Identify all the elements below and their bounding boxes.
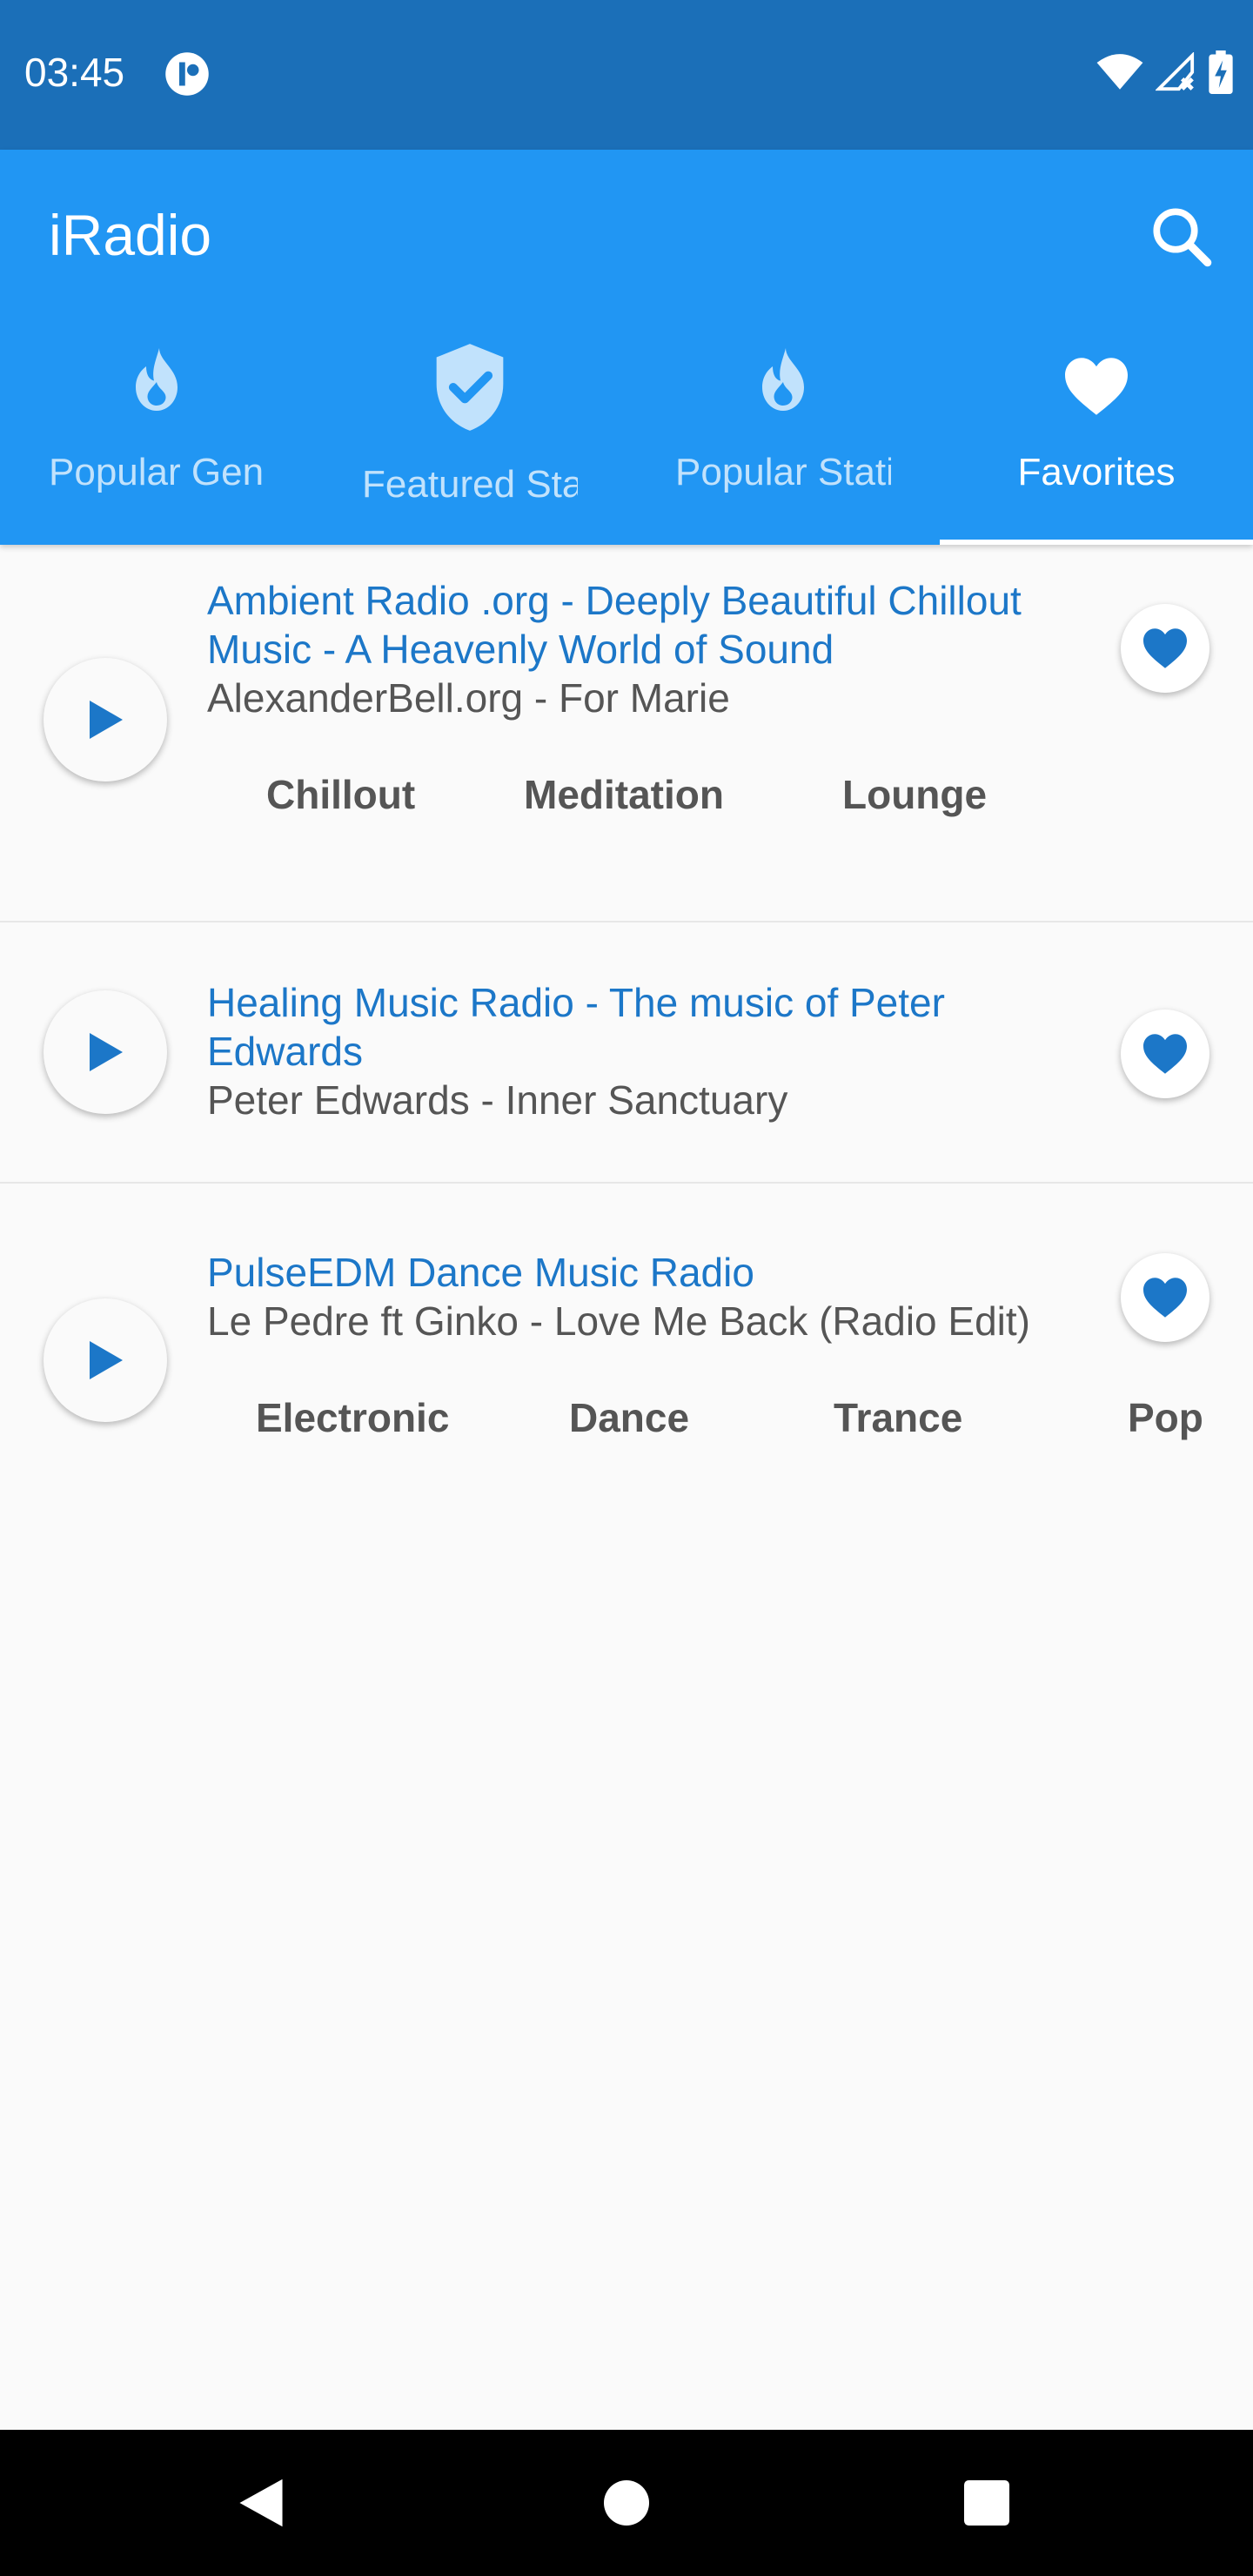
station-title: Healing Music Radio - The music of Peter…: [207, 980, 945, 1074]
status-time: 03:45: [24, 50, 125, 95]
tab-bar: Popular Genres Featured Stations Popular…: [0, 319, 1253, 545]
genre-tag[interactable]: Electronic: [256, 1394, 449, 1441]
app-notification-icon: [165, 52, 209, 96]
genre-tag[interactable]: Pop: [1128, 1394, 1203, 1441]
play-icon: [90, 1341, 123, 1379]
favorite-button[interactable]: [1121, 1253, 1209, 1342]
genre-tag[interactable]: Dance: [569, 1394, 689, 1441]
flame-icon: [762, 348, 804, 411]
tab-label: Popular Stations: [675, 451, 891, 493]
signal-icon: [1156, 52, 1195, 91]
heart-icon: [1065, 358, 1128, 415]
heart-icon: [1143, 1034, 1187, 1074]
station-title: Ambient Radio .org - Deeply Beautiful Ch…: [207, 578, 1022, 672]
tab-popular-genres[interactable]: Popular Genres: [0, 319, 313, 545]
now-playing: AlexanderBell.org - For Marie: [207, 675, 730, 721]
tab-favorites[interactable]: Favorites: [940, 319, 1253, 545]
wifi-icon: [1096, 54, 1143, 90]
tab-label: Favorites: [1017, 451, 1176, 493]
play-icon: [90, 1033, 123, 1071]
search-button[interactable]: [1145, 200, 1218, 273]
genre-tag[interactable]: Lounge: [842, 771, 987, 818]
tab-label: Featured Stations: [362, 463, 578, 506]
genre-tag[interactable]: Trance: [834, 1394, 962, 1441]
app-bar: iRadio Popular Genres Featured Stations: [0, 150, 1253, 545]
play-icon: [90, 701, 123, 739]
play-button[interactable]: [44, 658, 167, 782]
heart-icon: [1143, 1278, 1187, 1318]
flame-icon: [136, 348, 178, 411]
tab-popular-stations[interactable]: Popular Stations: [626, 319, 940, 545]
tab-featured-stations[interactable]: Featured Stations: [313, 319, 626, 545]
genre-tag[interactable]: Meditation: [524, 771, 724, 818]
back-icon[interactable]: [237, 2477, 285, 2529]
status-bar: 03:45: [0, 0, 1253, 150]
list-item[interactable]: Healing Music Radio - The music of Peter…: [0, 922, 1253, 1184]
home-icon[interactable]: [604, 2480, 649, 2526]
play-button[interactable]: [44, 990, 167, 1114]
now-playing: Peter Edwards - Inner Sanctuary: [207, 1077, 788, 1123]
station-title: PulseEDM Dance Music Radio: [207, 1250, 754, 1295]
app-title: iRadio: [49, 203, 212, 267]
favorites-list: Ambient Radio .org - Deeply Beautiful Ch…: [0, 545, 1253, 1488]
list-item[interactable]: Ambient Radio .org - Deeply Beautiful Ch…: [0, 545, 1253, 922]
search-icon: [1153, 208, 1212, 267]
recents-icon[interactable]: [964, 2480, 1009, 2526]
genre-tag[interactable]: Chillout: [266, 771, 415, 818]
verified-shield-icon: [436, 344, 504, 431]
now-playing: Le Pedre ft Ginko - Love Me Back (Radio …: [207, 1298, 1030, 1344]
tab-label: Popular Genres: [49, 451, 265, 493]
battery-charging-icon: [1209, 50, 1233, 94]
favorite-button[interactable]: [1121, 1010, 1209, 1098]
play-button[interactable]: [44, 1298, 167, 1422]
heart-icon: [1143, 628, 1187, 668]
system-nav-bar: [0, 2430, 1253, 2576]
favorite-button[interactable]: [1121, 604, 1209, 693]
list-item[interactable]: PulseEDM Dance Music Radio Le Pedre ft G…: [0, 1184, 1253, 1488]
